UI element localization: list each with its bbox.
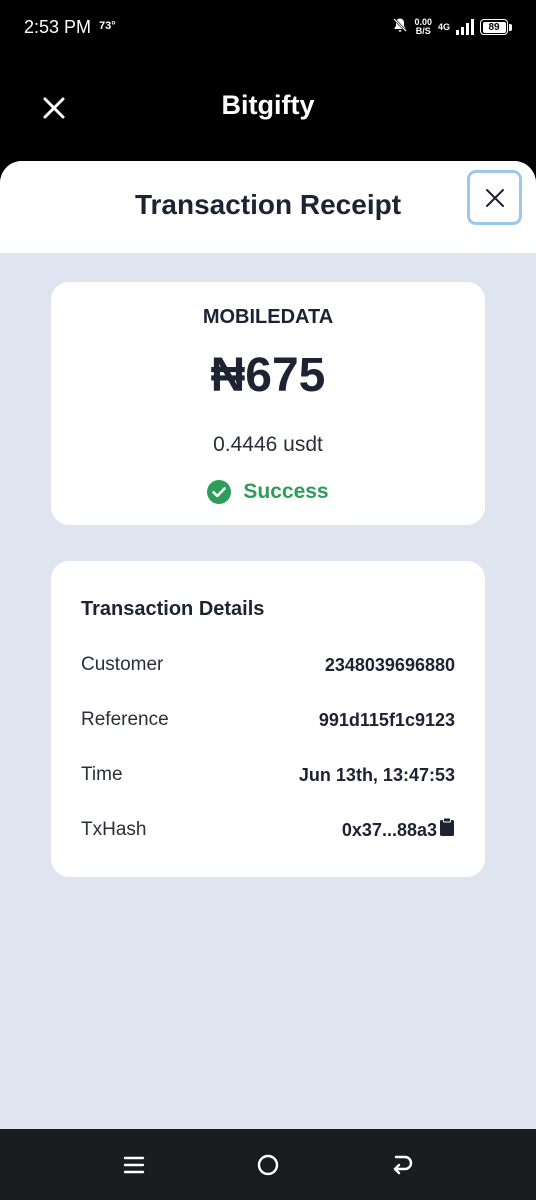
home-button[interactable]: [252, 1149, 284, 1181]
network-speed-unit: B/S: [415, 26, 431, 36]
detail-label: Customer: [81, 654, 164, 675]
detail-row-customer: Customer 2348039696880: [81, 653, 455, 677]
detail-label: TxHash: [81, 819, 147, 840]
mute-bell-icon: [392, 17, 408, 38]
txhash-value: 0x37...88a3: [341, 817, 455, 841]
details-title: Transaction Details: [81, 598, 265, 620]
app-header: Bitgifty: [0, 56, 536, 160]
detail-value: 991d115f1c9123: [318, 709, 455, 730]
recents-button[interactable]: [118, 1149, 150, 1181]
detail-value: 2348039696880: [324, 654, 455, 675]
summary-card: MOBILEDATA ₦675 0.4446 usdt Success: [51, 282, 485, 525]
crypto-amount: 0.4446 usdt: [213, 433, 323, 456]
detail-row-txhash: TxHash 0x37...88a3: [81, 817, 455, 842]
network-type: 4G: [437, 22, 450, 32]
app-title: Bitgifty: [221, 90, 315, 120]
home-icon: [257, 1154, 279, 1176]
status-text: Success: [243, 480, 329, 503]
network-speed: 0.00 B/S: [414, 18, 432, 36]
detail-row-time: Time Jun 13th, 13:47:53: [81, 763, 455, 787]
menu-icon: [123, 1156, 145, 1174]
battery-level: 89: [482, 21, 506, 33]
sheet-close-button[interactable]: [467, 170, 522, 225]
sheet-header: Transaction Receipt: [0, 161, 536, 253]
details-card: Transaction Details Customer 23480396968…: [51, 561, 485, 877]
detail-label: Reference: [81, 709, 169, 730]
back-icon: [393, 1155, 413, 1175]
txhash-text: 0x37...88a3: [341, 819, 437, 840]
status-bar: 2:53 PM 73° 0.00 B/S 4G 89: [0, 0, 536, 56]
status-icons: 0.00 B/S 4G 89: [392, 14, 512, 40]
check-circle-icon: [207, 480, 232, 504]
close-icon: [485, 188, 504, 207]
status-time: 2:53 PM: [24, 17, 92, 37]
service-name: MOBILEDATA: [202, 306, 334, 328]
status-line: Success: [51, 480, 485, 504]
detail-value: Jun 13th, 13:47:53: [298, 764, 455, 785]
detail-row-reference: Reference 991d115f1c9123: [81, 708, 455, 732]
navigation-bar: [0, 1129, 536, 1200]
signal-icon: [456, 19, 474, 35]
receipt-sheet: Transaction Receipt MOBILEDATA ₦675 0.44…: [0, 161, 536, 1129]
detail-label: Time: [81, 764, 123, 785]
fiat-amount: ₦675: [210, 349, 326, 402]
status-temperature: 73°: [99, 20, 116, 32]
clipboard-icon[interactable]: [439, 817, 455, 837]
battery-icon: 89: [480, 19, 512, 35]
sheet-title: Transaction Receipt: [134, 189, 402, 220]
back-button[interactable]: [386, 1149, 418, 1181]
